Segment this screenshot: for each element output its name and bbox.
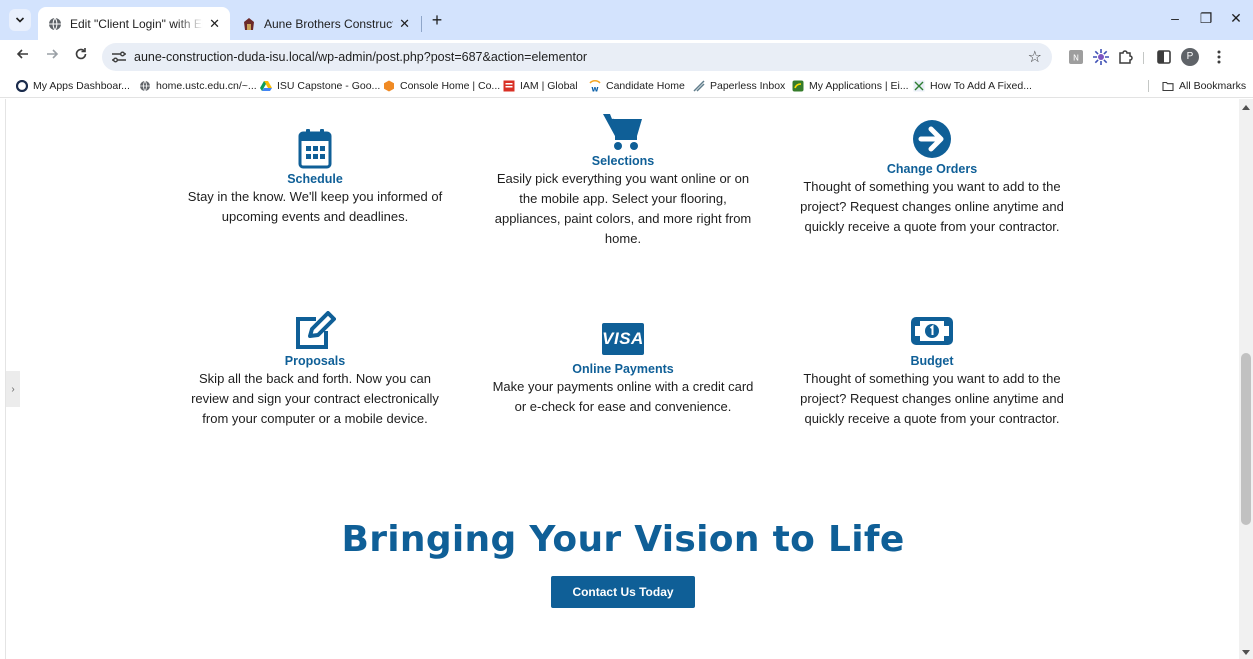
reload-icon xyxy=(75,48,87,60)
bookmark-item[interactable]: ISU Capstone - Goo... xyxy=(260,78,380,94)
color-extension-icon[interactable] xyxy=(1093,49,1109,65)
globe-icon xyxy=(49,17,61,30)
tab-title: Aune Brothers Construction xyxy=(264,16,393,31)
bookmark-item[interactable]: w Candidate Home xyxy=(589,78,685,94)
edit-pencil-icon xyxy=(296,311,336,349)
feature-title: Budget xyxy=(910,354,954,368)
feature-change-orders: Change Orders Thought of something you w… xyxy=(797,119,1067,237)
new-tab-button[interactable]: + xyxy=(427,10,447,30)
visa-card-icon: VISA xyxy=(602,323,644,355)
restore-button[interactable]: ❐ xyxy=(1196,10,1216,27)
money-bill-icon xyxy=(911,317,953,345)
minimize-button[interactable]: – xyxy=(1165,10,1185,26)
feature-description: Easily pick everything you want online o… xyxy=(494,171,752,246)
feature-proposals: Proposals Skip all the back and forth. N… xyxy=(180,311,450,429)
arrow-circle-right-icon xyxy=(913,120,951,158)
bookmark-item[interactable]: My Applications | Ei... xyxy=(792,78,909,94)
feature-schedule: Schedule Stay in the know. We'll keep yo… xyxy=(180,129,450,227)
google-drive-icon xyxy=(260,81,272,91)
contact-us-button[interactable]: Contact Us Today xyxy=(551,576,695,608)
tab-strip: Edit "Client Login" with Elementor ✕ Aun… xyxy=(0,0,1253,40)
toolbar-separator xyxy=(1143,52,1144,64)
tab-edit-client-login[interactable]: Edit "Client Login" with Elementor ✕ xyxy=(38,7,230,40)
bookmark-item[interactable]: home.ustc.edu.cn/~... xyxy=(139,78,257,94)
aws-cube-icon xyxy=(384,80,394,92)
feature-description: Skip all the back and forth. Now you can… xyxy=(191,371,439,426)
window-close-button[interactable]: ✕ xyxy=(1226,10,1246,27)
page-viewport: › Schedule Stay in the know. We'll keep … xyxy=(0,99,1253,659)
feature-title: Selections xyxy=(591,154,655,168)
scrollbar-thumb[interactable] xyxy=(1241,353,1251,525)
puzzle-extensions-icon[interactable] xyxy=(1117,49,1133,65)
panel-toggle-handle[interactable]: › xyxy=(6,371,20,407)
tab-separator xyxy=(421,16,422,32)
feature-description: Thought of something you want to add to … xyxy=(800,371,1064,426)
all-bookmarks-button[interactable]: All Bookmarks xyxy=(1162,78,1246,94)
iam-icon xyxy=(503,80,515,92)
extension-icon[interactable]: N xyxy=(1068,49,1084,65)
tab-aune-brothers[interactable]: Aune Brothers Construction ✕ xyxy=(232,7,420,40)
tutorial-icon xyxy=(913,80,925,92)
bookmark-item[interactable]: My Apps Dashboar... xyxy=(16,78,130,94)
scroll-down-arrow-icon[interactable] xyxy=(1242,650,1250,655)
deere-icon xyxy=(792,80,804,92)
bookmark-item[interactable]: Console Home | Co... xyxy=(383,78,500,94)
feature-title: Online Payments xyxy=(572,362,674,376)
arrow-left-icon xyxy=(16,49,28,59)
section-headline: Bringing Your Vision to Life xyxy=(341,519,905,560)
page-scrollbar[interactable] xyxy=(1239,99,1253,659)
kebab-menu-icon[interactable] xyxy=(1211,49,1227,65)
folder-icon xyxy=(1162,81,1174,92)
feature-selections: Selections Easily pick everything you wa… xyxy=(488,111,758,249)
bookmark-item[interactable]: How To Add A Fixed... xyxy=(913,78,1032,94)
feature-description: Thought of something you want to add to … xyxy=(800,179,1064,234)
url-text[interactable]: aune-construction-duda-isu.local/wp-admi… xyxy=(134,50,587,64)
side-panel-icon[interactable] xyxy=(1156,49,1172,65)
feature-description: Make your payments online with a credit … xyxy=(492,379,754,414)
chevron-down-icon xyxy=(15,17,25,23)
feature-online-payments: VISA Online Payments Make your payments … xyxy=(488,323,758,417)
calendar-icon xyxy=(298,129,332,169)
address-bar[interactable]: aune-construction-duda-isu.local/wp-admi… xyxy=(102,43,1052,71)
bookmark-star-icon[interactable]: ☆ xyxy=(1028,47,1042,67)
site-settings-icon[interactable] xyxy=(110,49,128,65)
feature-description: Stay in the know. We'll keep you informe… xyxy=(187,189,443,224)
circle-logo-icon xyxy=(16,80,28,92)
back-button[interactable] xyxy=(12,46,34,68)
chevron-right-icon: › xyxy=(11,383,15,395)
svg-text:w: w xyxy=(591,85,599,93)
bookmarks-bar: My Apps Dashboar... home.ustc.edu.cn/~..… xyxy=(0,74,1253,98)
tab-title: Edit "Client Login" with Elementor xyxy=(70,16,203,31)
browser-toolbar: aune-construction-duda-isu.local/wp-admi… xyxy=(0,40,1253,74)
paperless-icon xyxy=(693,80,705,92)
feature-budget: Budget Thought of something you want to … xyxy=(797,317,1067,429)
tab-close-icon[interactable]: ✕ xyxy=(399,16,410,32)
tab-search-button[interactable] xyxy=(9,9,31,31)
bookmarks-separator xyxy=(1148,80,1149,92)
workday-icon: w xyxy=(589,80,601,92)
feature-title: Change Orders xyxy=(886,162,978,176)
scroll-up-arrow-icon[interactable] xyxy=(1242,105,1250,110)
shopping-cart-icon xyxy=(603,114,642,150)
profile-avatar[interactable]: P xyxy=(1181,48,1199,66)
globe-icon xyxy=(140,80,150,92)
forward-button[interactable] xyxy=(41,46,63,68)
svg-text:N: N xyxy=(1073,54,1079,63)
bookmark-item[interactable]: Paperless Inbox xyxy=(693,78,785,94)
reload-button[interactable] xyxy=(70,46,92,68)
tab-close-icon[interactable]: ✕ xyxy=(209,16,220,32)
feature-title: Proposals xyxy=(284,354,346,368)
feature-title: Schedule xyxy=(287,172,343,186)
construction-logo-icon xyxy=(244,17,254,30)
arrow-right-icon xyxy=(47,49,59,59)
bookmark-item[interactable]: IAM | Global xyxy=(503,78,578,94)
